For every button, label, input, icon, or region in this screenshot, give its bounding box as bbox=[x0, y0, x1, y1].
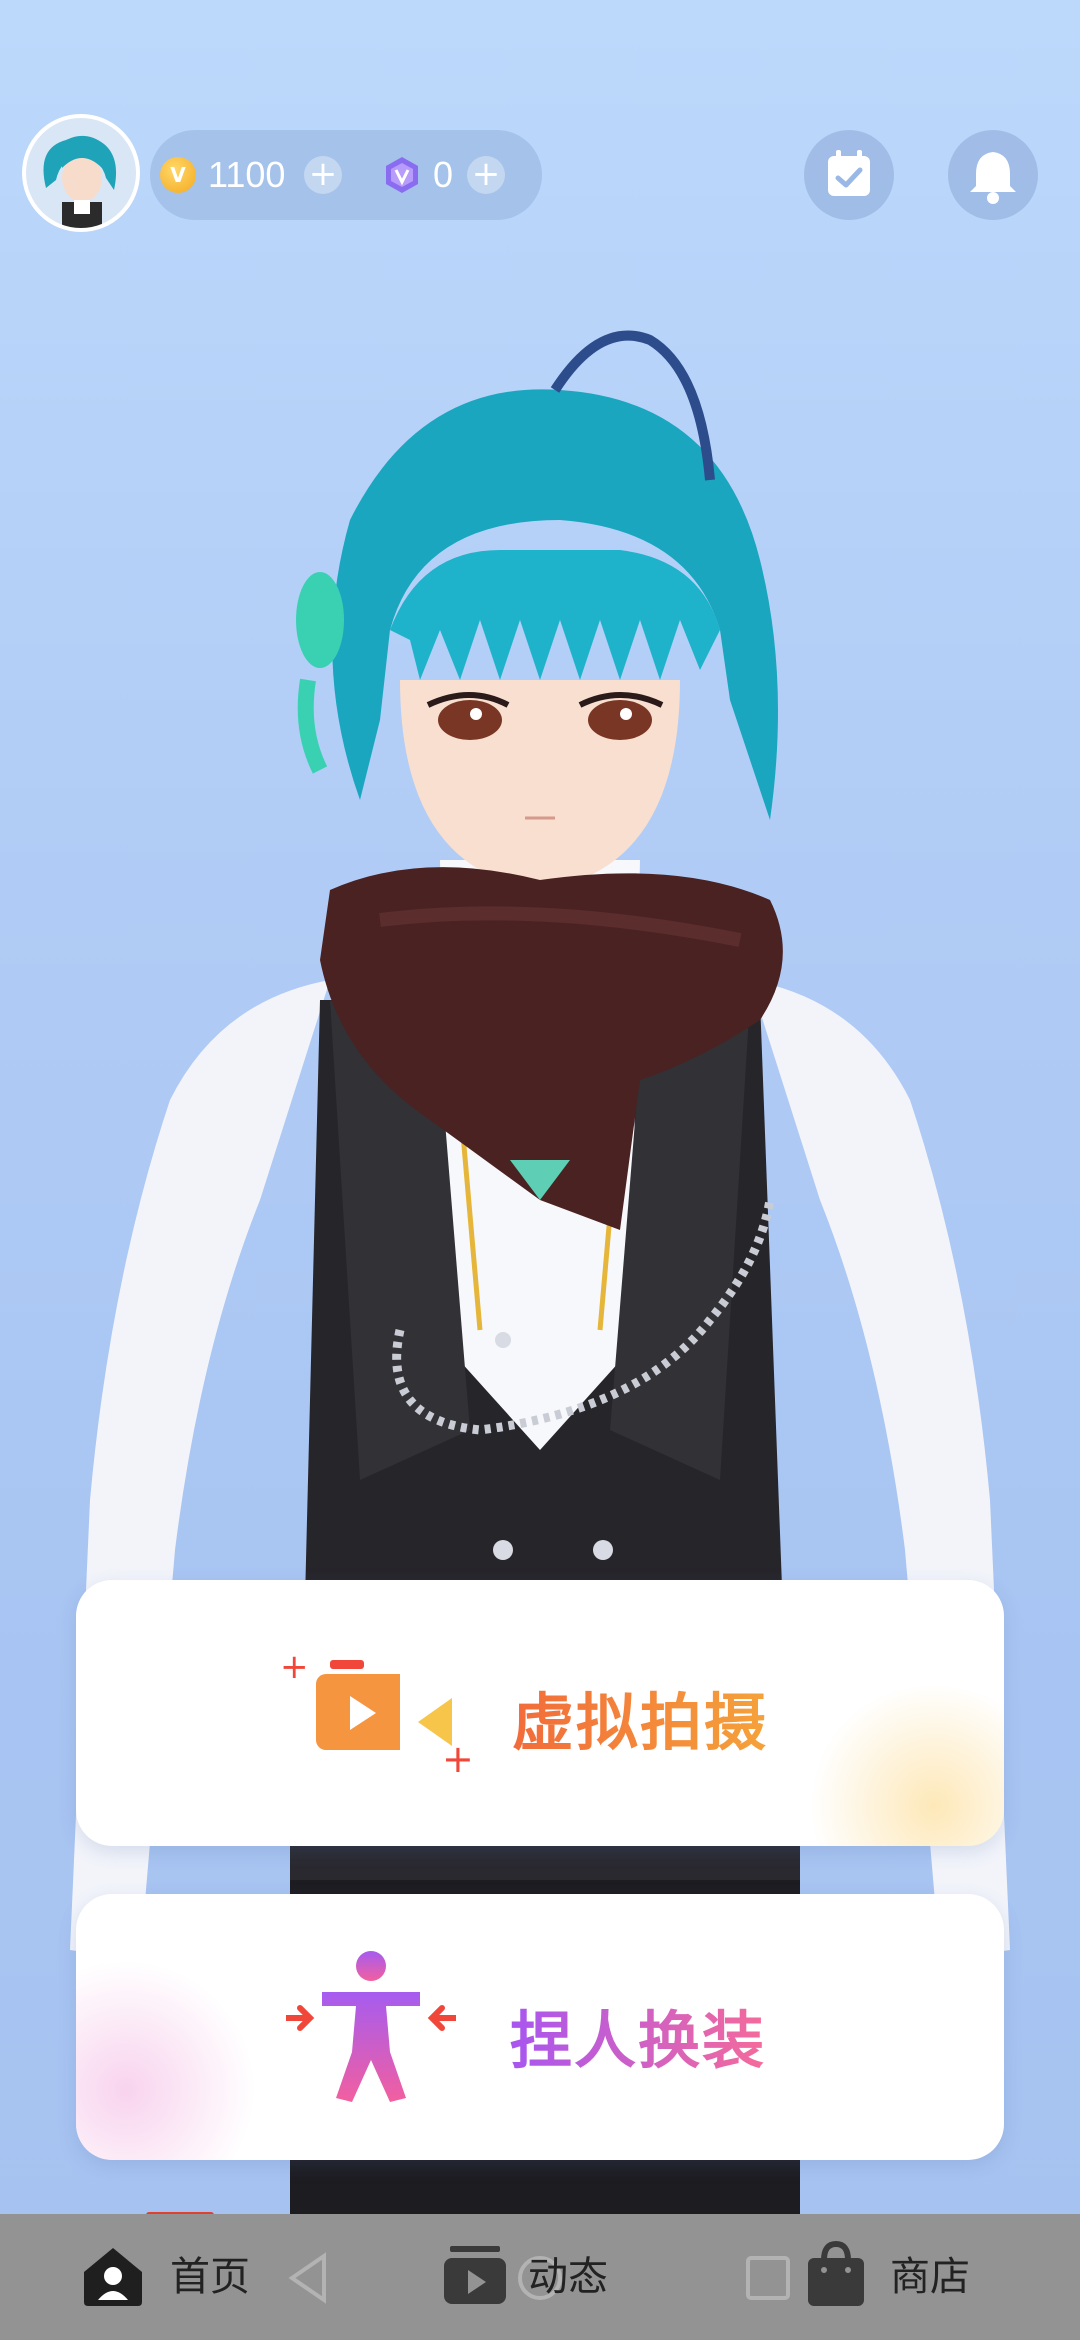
bell-icon bbox=[970, 152, 1016, 204]
body-stretch-icon bbox=[286, 1951, 456, 2102]
add-gems-button[interactable]: + bbox=[467, 156, 505, 194]
shopping-bag-icon bbox=[808, 2240, 864, 2306]
gem-icon bbox=[386, 157, 418, 193]
tab-feed[interactable]: 动态 bbox=[444, 2214, 644, 2340]
calendar-check-icon bbox=[828, 150, 870, 196]
customize-character-label: 捏人换装 bbox=[510, 1990, 766, 2080]
tab-feed-label: 动态 bbox=[528, 2254, 608, 2300]
svg-text:+: + bbox=[442, 1737, 474, 1780]
tab-shop[interactable]: 商店 bbox=[806, 2214, 1006, 2340]
coin-icon: V bbox=[160, 157, 196, 193]
user-avatar[interactable] bbox=[22, 114, 140, 232]
bottom-navigation: 首页 动态 商店 bbox=[0, 2214, 1080, 2340]
home-icon bbox=[84, 2248, 142, 2306]
system-back-icon[interactable] bbox=[286, 2252, 330, 2304]
notifications-button[interactable] bbox=[948, 130, 1038, 220]
system-recents-icon[interactable] bbox=[746, 2256, 790, 2300]
virtual-shooting-label: 虚拟拍摄 bbox=[512, 1672, 768, 1762]
card-glow bbox=[804, 1686, 1004, 1846]
checkin-button[interactable] bbox=[804, 130, 894, 220]
tab-home-label: 首页 bbox=[170, 2254, 250, 2300]
customize-character-card[interactable]: 捏人换装 bbox=[76, 1894, 1004, 2160]
video-camera-icon: + bbox=[280, 1652, 400, 1750]
video-feed-icon bbox=[444, 2246, 506, 2304]
gem-balance: 0 bbox=[433, 154, 454, 195]
add-coins-button[interactable]: + bbox=[304, 156, 342, 194]
tab-shop-label: 商店 bbox=[890, 2254, 970, 2300]
svg-text:+: + bbox=[280, 1652, 309, 1687]
virtual-shooting-card[interactable]: + + 虚拟拍摄 bbox=[76, 1580, 1004, 1846]
tab-home[interactable]: 首页 bbox=[80, 2214, 290, 2340]
coin-balance: 1100 bbox=[208, 154, 286, 195]
card-glow bbox=[76, 1960, 256, 2160]
